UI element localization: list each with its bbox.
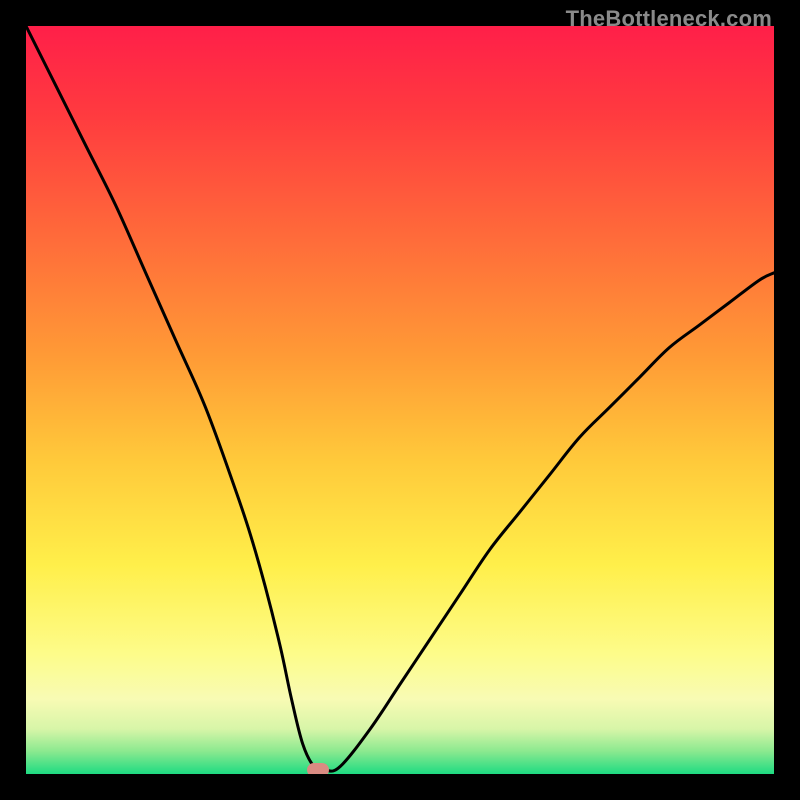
plot-area	[26, 26, 774, 774]
chart-frame: TheBottleneck.com	[0, 0, 800, 800]
curve-layer	[26, 26, 774, 774]
bottleneck-curve	[26, 26, 774, 771]
watermark-text: TheBottleneck.com	[566, 6, 772, 32]
optimal-point-marker	[307, 763, 329, 775]
